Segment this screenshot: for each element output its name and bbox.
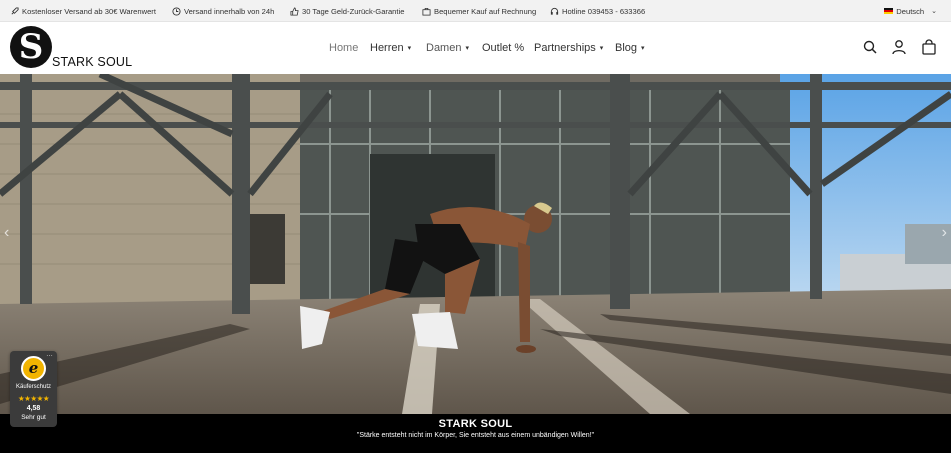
thumbs-up-icon [290,6,299,16]
logo-mark: S [10,26,52,68]
search-button[interactable] [862,39,878,55]
usp-shipping-time: Versand innerhalb von 24h [172,0,274,22]
logo[interactable]: S STARK SOUL [10,25,132,72]
chevron-left-icon[interactable]: ‹ [4,224,9,242]
chevron-down-icon: ▾ [641,45,645,52]
nav-outlet[interactable]: Outlet % [482,22,524,74]
hero-quote: "Stärke entsteht nicht im Körper, Sie en… [356,432,595,439]
hero-caption: STARK SOUL "Stärke entsteht nicht im Kör… [0,414,951,453]
account-icon [892,40,906,55]
logo-wordmark: STARK SOUL [52,55,133,69]
cart-button[interactable] [921,39,937,55]
usp-text: Versand innerhalb von 24h [184,6,275,16]
hero-title: STARK SOUL [438,418,513,430]
chevron-down-icon: ▾ [465,45,469,52]
clock-icon [172,6,181,16]
german-flag-icon [884,8,894,14]
language-selector[interactable]: Deutsch ⌄ [884,0,937,22]
nav-blog[interactable]: Blog ▾ [615,22,645,74]
hero-banner[interactable]: ‹ › [0,74,951,414]
usp-free-shipping: Kostenloser Versand ab 30€ Warenwert [10,0,156,22]
chevron-down-icon: ▾ [599,45,604,52]
usp-hotline: Hotline 039453 - 633366 [550,0,645,22]
nav-home[interactable]: Home [329,22,358,74]
usp-text: Hotline 039453 - 633366 [562,6,646,16]
hero-image [0,74,951,414]
site-header: S STARK SOUL Home Herren ▾ Damen ▾ Outlet … [0,22,951,74]
rocket-icon [11,6,19,15]
badge-rating-text: Sehr gut [21,414,46,421]
usp-invoice: Bequemer Kauf auf Rechnung [422,0,536,22]
nav-herren[interactable]: Herren ▾ [370,22,411,74]
search-icon [863,40,877,54]
usp-text: 30 Tage Geld-Zurück-Garantie [302,6,405,16]
usp-text: Bequemer Kauf auf Rechnung [434,6,537,16]
usp-text: Kostenloser Versand ab 30€ Warenwert [22,6,156,16]
star-rating-icon: ★★★★★ [17,394,50,403]
more-options-icon[interactable]: … [46,351,53,358]
trusted-shops-badge[interactable]: … e Käuferschutz ★★★★★ 4,58 Sehr gut [10,351,57,427]
usp-money-back: 30 Tage Geld-Zurück-Garantie [290,0,404,22]
badge-score: 4,58 [26,405,41,412]
trusted-shops-seal-icon: e [21,356,46,381]
badge-label: Käuferschutz [15,384,52,390]
cart-icon [922,39,936,55]
nav-damen[interactable]: Damen ▾ [426,22,469,74]
top-info-bar: Kostenloser Versand ab 30€ Warenwert Ver… [0,0,951,22]
headset-icon [550,7,559,15]
account-button[interactable] [891,39,907,55]
chevron-down-icon: ▾ [407,45,412,52]
language-label: Deutsch [896,6,925,16]
briefcase-icon [422,7,431,16]
chevron-right-icon[interactable]: › [942,224,947,242]
chevron-down-icon: ⌄ [931,8,937,15]
nav-partnerships[interactable]: Partnerships ▾ [534,22,603,74]
